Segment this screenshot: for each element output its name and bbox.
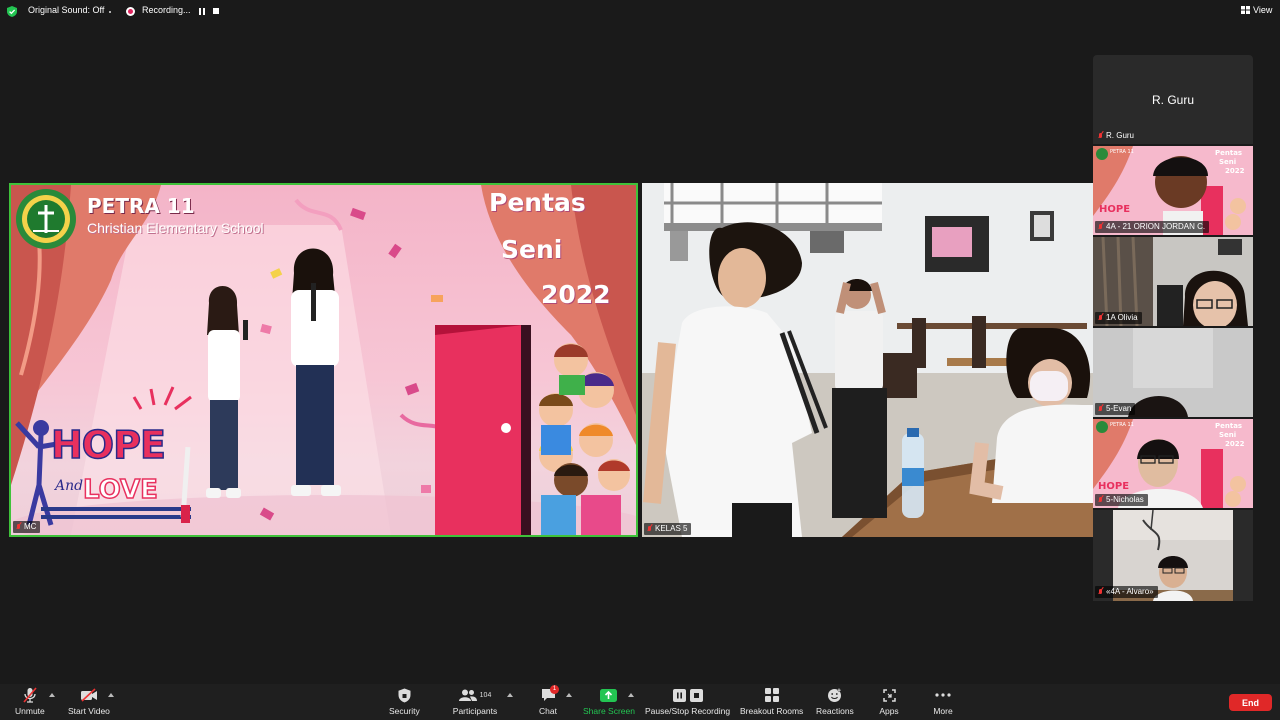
recording-status: Recording...: [142, 5, 191, 15]
gallery-tile-r-guru[interactable]: R. Guru R. Guru: [1093, 55, 1253, 144]
svg-text:Seni: Seni: [1219, 431, 1236, 439]
mic-muted-icon: [1098, 588, 1103, 596]
gallery-tile-evan[interactable]: 5-Evan: [1093, 328, 1253, 417]
participants-button[interactable]: 104 Participants: [452, 687, 498, 716]
share-screen-button[interactable]: Share Screen: [583, 687, 635, 716]
apps-button[interactable]: Apps: [879, 687, 899, 716]
share-options-caret[interactable]: [628, 693, 634, 697]
school-name: PETRA 11: [87, 194, 195, 218]
smiley-icon: [825, 687, 845, 703]
event-title-line1: Pentas: [489, 188, 586, 217]
event-title-line2: Seni: [501, 235, 563, 264]
stop-icon: [689, 688, 703, 702]
svg-text:HOPE: HOPE: [1098, 481, 1129, 492]
event-title-year: 2022: [541, 280, 611, 309]
unmute-button[interactable]: Unmute: [15, 687, 45, 716]
recording-icon: [126, 7, 135, 16]
apps-icon: [879, 687, 899, 703]
classroom-video: [642, 183, 1093, 537]
shield-icon: [394, 687, 414, 703]
participants-count: 104: [479, 691, 492, 699]
shield-check-icon[interactable]: [7, 6, 17, 17]
view-button[interactable]: View: [1241, 5, 1272, 15]
original-sound-toggle[interactable]: Original Sound: Off: [28, 5, 104, 15]
reactions-button[interactable]: Reactions: [816, 687, 854, 716]
participants-options-caret[interactable]: [507, 693, 513, 697]
theme-and: And: [55, 478, 84, 494]
svg-text:PETRA 11: PETRA 11: [1110, 422, 1134, 428]
mic-muted-icon: [1098, 132, 1103, 140]
svg-text:Pentas: Pentas: [1215, 422, 1242, 430]
mic-off-icon: [20, 687, 40, 703]
pause-icon: [672, 688, 686, 702]
participant-name-tag: 5-Nicholas: [1095, 494, 1148, 506]
mic-muted-icon: [1098, 496, 1103, 504]
theme-love: LOVE: [82, 474, 158, 506]
breakout-rooms-button[interactable]: Breakout Rooms: [740, 687, 803, 716]
participant-name-tag: R. Guru: [1095, 130, 1138, 142]
mic-muted-icon: [1098, 314, 1103, 322]
meeting-toolbar: Unmute Start Video Security 104 Particip…: [0, 684, 1280, 720]
chat-options-caret[interactable]: [566, 693, 572, 697]
mic-muted-icon: [16, 523, 21, 531]
gallery-tile-orion[interactable]: HOPE Pentas Seni 2022 PETRA 11 4A - 21 O…: [1093, 146, 1253, 235]
pause-recording-icon[interactable]: [199, 8, 205, 15]
mic-muted-icon: [1098, 223, 1103, 231]
svg-text:PETRA 11: PETRA 11: [1110, 149, 1134, 155]
svg-text:2022: 2022: [1225, 167, 1245, 175]
share-screen-icon: [599, 687, 619, 703]
top-status-bar: Original Sound: Off Recording... View: [0, 0, 1280, 24]
separator-dot: [109, 11, 111, 13]
end-meeting-button[interactable]: End: [1229, 694, 1272, 711]
video-off-icon: [79, 687, 99, 703]
gallery-tile-alvaro[interactable]: «4A - Alvaro»: [1093, 510, 1253, 601]
security-button[interactable]: Security: [389, 687, 420, 716]
theme-hope: HOPE: [50, 422, 166, 468]
participant-name-tag: 1A Olivia: [1095, 312, 1142, 324]
participant-display-name: R. Guru: [1151, 93, 1194, 107]
chat-icon: 1: [538, 685, 559, 703]
mic-muted-icon: [647, 525, 652, 533]
chat-badge: 1: [550, 685, 559, 694]
participant-name-tag: 5-Evan: [1095, 403, 1136, 415]
participant-name-tag: MC: [13, 521, 41, 533]
gallery-tile-olivia[interactable]: 1A Olivia: [1093, 237, 1253, 326]
video-tile-mc[interactable]: PETRA 11 Christian Elementary School Pen…: [9, 183, 638, 537]
pause-stop-recording-button[interactable]: Pause/Stop Recording: [645, 687, 730, 716]
participant-name-tag: 4A - 21 ORION JORDAN C.: [1095, 221, 1210, 233]
view-grid-icon: [1241, 6, 1250, 14]
mic-muted-icon: [1098, 405, 1103, 413]
video-tile-kelas-5[interactable]: KELAS 5: [642, 183, 1093, 537]
svg-text:2022: 2022: [1225, 440, 1245, 448]
more-dots-icon: [933, 687, 953, 703]
svg-text:HOPE: HOPE: [1099, 204, 1130, 215]
start-video-button[interactable]: Start Video: [68, 687, 110, 716]
audio-options-caret[interactable]: [49, 693, 55, 697]
video-options-caret[interactable]: [108, 693, 114, 697]
chat-button[interactable]: 1 Chat: [538, 685, 559, 716]
more-button[interactable]: More: [933, 687, 953, 716]
participant-name-tag: «4A - Alvaro»: [1095, 586, 1158, 598]
participant-name-tag: KELAS 5: [644, 523, 692, 535]
stop-recording-icon[interactable]: [213, 8, 219, 14]
svg-text:Pentas: Pentas: [1215, 149, 1242, 157]
gallery-tile-nicholas[interactable]: HOPE Pentas Seni 2022 PETRA 11 5-Nichola…: [1093, 419, 1253, 508]
participants-icon: [458, 689, 477, 701]
breakout-rooms-icon: [762, 687, 782, 703]
svg-text:Seni: Seni: [1219, 158, 1236, 166]
school-subtitle: Christian Elementary School: [87, 220, 264, 236]
